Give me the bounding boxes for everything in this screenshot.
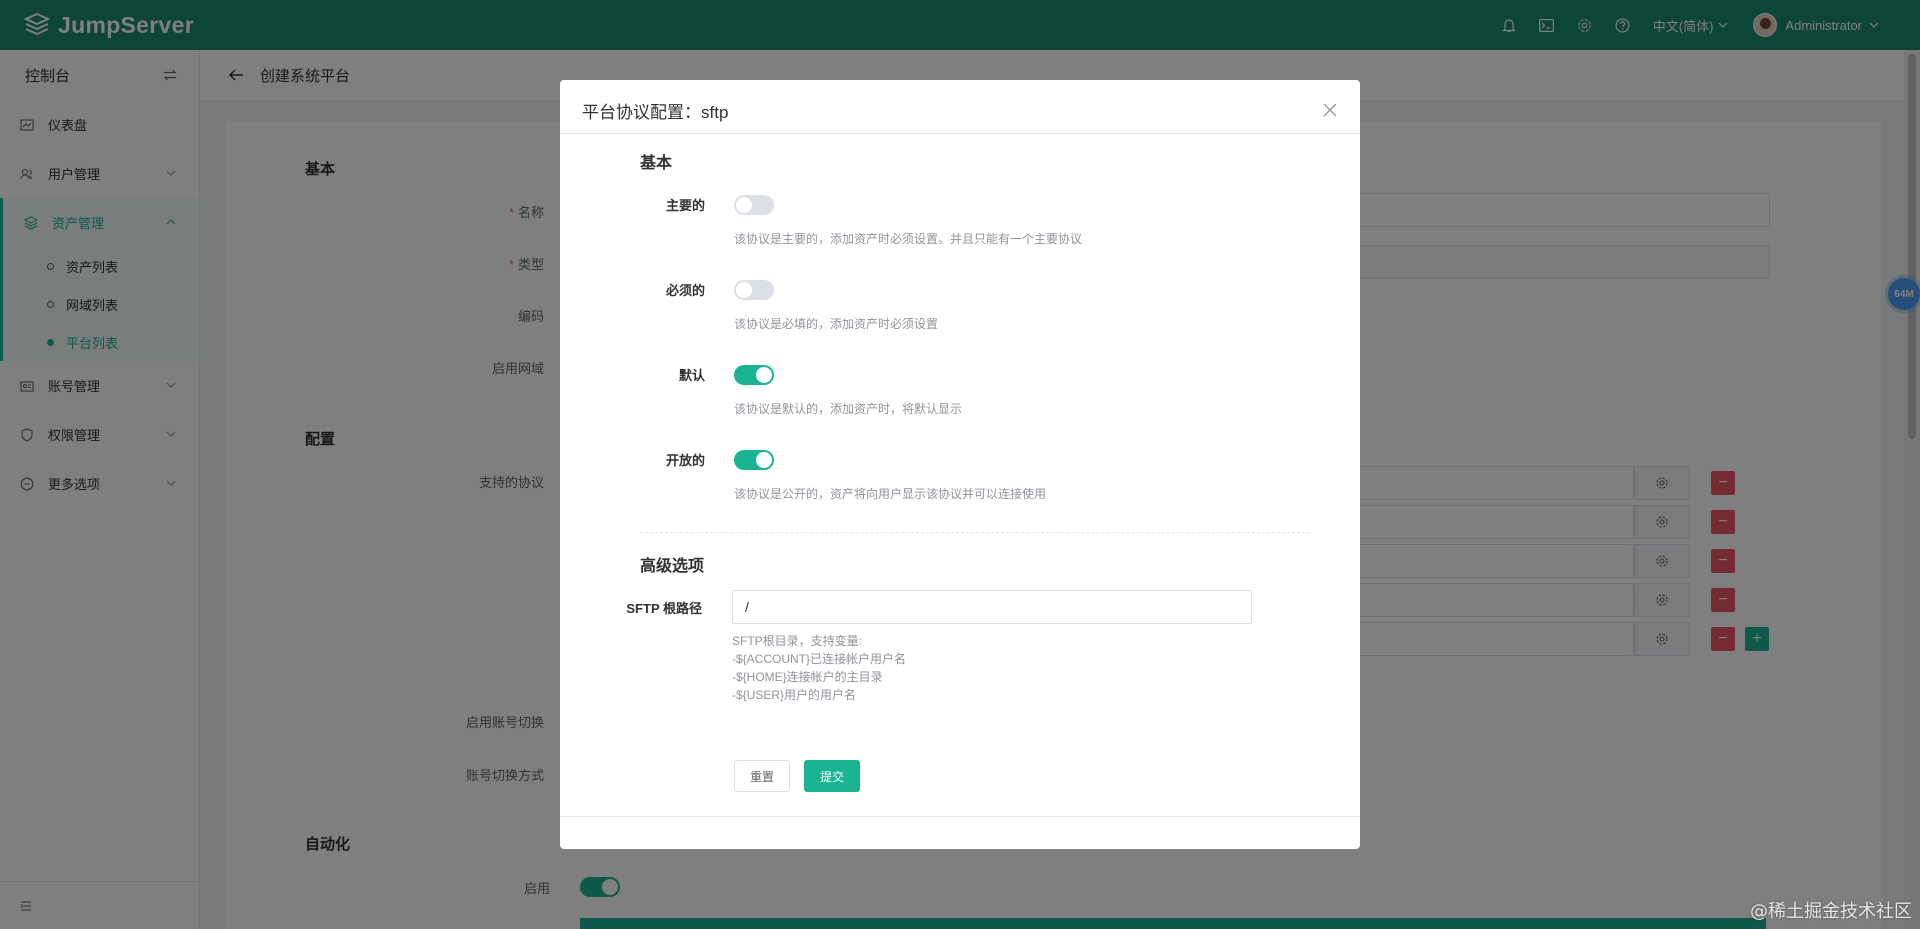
- sftp-root-help: SFTP根目录，支持变量: -${ACCOUNT}已连接帐户用户名 -${HOM…: [732, 632, 906, 704]
- public-toggle[interactable]: [734, 450, 774, 470]
- sftp-root-label: SFTP 根路径: [626, 601, 702, 616]
- sftp-help-line: -${HOME}连接帐户的主目录: [732, 670, 883, 684]
- sftp-help-line: SFTP根目录，支持变量:: [732, 634, 863, 648]
- required-label: 必须的: [665, 283, 705, 298]
- required-toggle[interactable]: [734, 280, 774, 300]
- sftp-root-input[interactable]: /: [732, 590, 1252, 624]
- close-icon[interactable]: [1322, 102, 1338, 118]
- default-label: 默认: [678, 368, 705, 383]
- section-divider: [640, 532, 1310, 533]
- submit-button[interactable]: 提交: [804, 760, 860, 792]
- default-toggle[interactable]: [734, 365, 774, 385]
- reset-button[interactable]: 重置: [734, 760, 790, 792]
- sftp-help-line: -${USER}用户的用户名: [732, 688, 857, 702]
- required-help: 该协议是必填的，添加资产时必须设置: [734, 317, 939, 331]
- dialog-section-basic: 基本: [640, 155, 673, 172]
- primary-toggle[interactable]: [734, 195, 774, 215]
- public-help: 该协议是公开的，资产将向用户显示该协议并可以连接使用: [734, 487, 1047, 501]
- dialog-header-divider: [560, 133, 1360, 134]
- dialog-section-advanced: 高级选项: [640, 558, 705, 575]
- watermark: @稀土掘金技术社区: [1750, 901, 1912, 922]
- protocol-config-dialog: 平台协议配置：sftp 基本 主要的 该协议是主要的，添加资产时必须设置。并且只…: [560, 80, 1360, 849]
- primary-label: 主要的: [665, 198, 705, 213]
- dialog-title: 平台协议配置：sftp: [582, 103, 729, 122]
- primary-help: 该协议是主要的，添加资产时必须设置。并且只能有一个主要协议: [734, 232, 1083, 246]
- default-help: 该协议是默认的，添加资产时，将默认显示: [734, 402, 963, 416]
- dialog-footer-divider: [560, 816, 1360, 817]
- sftp-help-line: -${ACCOUNT}已连接帐户用户名: [732, 652, 907, 666]
- public-label: 开放的: [665, 453, 705, 468]
